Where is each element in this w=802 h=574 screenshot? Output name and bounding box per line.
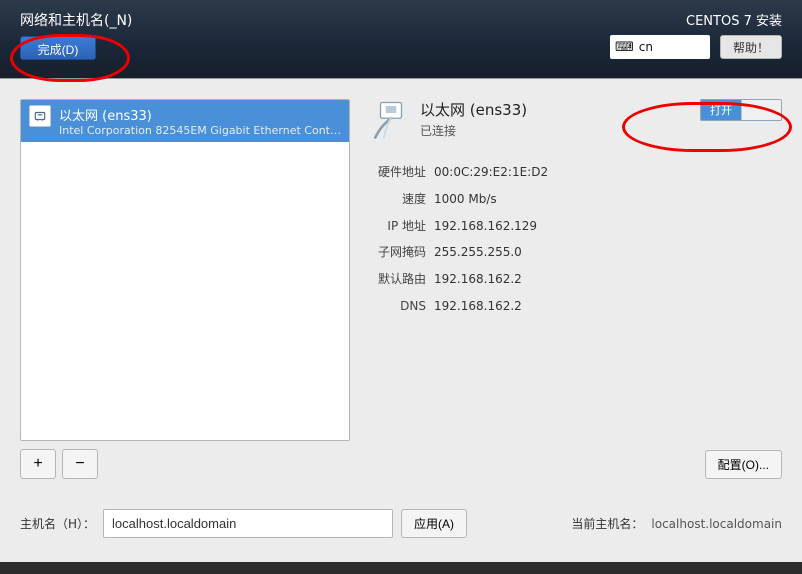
hostname-row: 主机名（H）： 应用(A) 当前主机名： localhost.localdoma… <box>20 509 782 538</box>
detail-label: DNS <box>370 295 426 318</box>
current-hostname-label: 当前主机名： <box>571 515 643 532</box>
detail-value: 255.255.255.0 <box>434 241 522 264</box>
detail-value: 1000 Mb/s <box>434 188 497 211</box>
done-button[interactable]: 完成(D) <box>20 36 96 60</box>
detail-title: 以太网 (ens33) <box>420 99 527 120</box>
current-hostname-value: localhost.localdomain <box>651 517 782 531</box>
detail-value: 192.168.162.129 <box>434 215 537 238</box>
hostname-label: 主机名（H）： <box>20 515 95 532</box>
interface-details: 硬件地址 00:0C:29:E2:1E:D2 速度 1000 Mb/s IP 地址 1… <box>370 159 782 320</box>
install-title: CENTOS 7 安装 <box>686 10 782 29</box>
detail-label: 默认路由 <box>370 268 426 291</box>
ethernet-large-icon <box>370 99 412 141</box>
main-content: 以太网 (ens33) Intel Corporation 82545EM Gi… <box>0 78 802 562</box>
detail-label: IP 地址 <box>370 215 426 238</box>
detail-value: 00:0C:29:E2:1E:D2 <box>434 161 548 184</box>
detail-value: 192.168.162.2 <box>434 268 522 291</box>
detail-label: 速度 <box>370 188 426 211</box>
configure-button[interactable]: 配置(O)... <box>705 450 782 479</box>
header: 网络和主机名(_N) 完成(D) CENTOS 7 安装 ⌨ cn 帮助！ <box>0 0 802 78</box>
detail-value: 192.168.162.2 <box>434 295 522 318</box>
detail-label: 子网掩码 <box>370 241 426 264</box>
detail-status: 已连接 <box>420 122 527 139</box>
ethernet-icon <box>29 105 51 127</box>
add-interface-button[interactable]: + <box>20 449 56 479</box>
interface-toggle[interactable]: 打开 <box>700 99 782 121</box>
detail-label: 硬件地址 <box>370 161 426 184</box>
interface-description: Intel Corporation 82545EM Gigabit Ethern… <box>59 124 341 137</box>
hostname-input[interactable] <box>103 509 393 538</box>
toggle-knob <box>741 100 781 120</box>
keyboard-layout-text: cn <box>639 40 653 54</box>
interface-list: 以太网 (ens33) Intel Corporation 82545EM Gi… <box>20 99 350 441</box>
keyboard-icon: ⌨ <box>615 41 634 54</box>
toggle-on-label: 打开 <box>701 100 741 120</box>
interface-list-item[interactable]: 以太网 (ens33) Intel Corporation 82545EM Gi… <box>21 100 349 142</box>
apply-hostname-button[interactable]: 应用(A) <box>401 509 467 538</box>
interface-name: 以太网 (ens33) <box>59 105 341 124</box>
help-button[interactable]: 帮助！ <box>720 35 782 59</box>
page-title: 网络和主机名(_N) <box>20 10 132 30</box>
interface-detail-panel: 以太网 (ens33) 已连接 打开 硬件地址 00:0C:29:E2:1E:D2… <box>350 99 782 479</box>
interface-list-panel: 以太网 (ens33) Intel Corporation 82545EM Gi… <box>20 99 350 479</box>
remove-interface-button[interactable]: − <box>62 449 98 479</box>
keyboard-layout-indicator[interactable]: ⌨ cn <box>610 35 710 59</box>
